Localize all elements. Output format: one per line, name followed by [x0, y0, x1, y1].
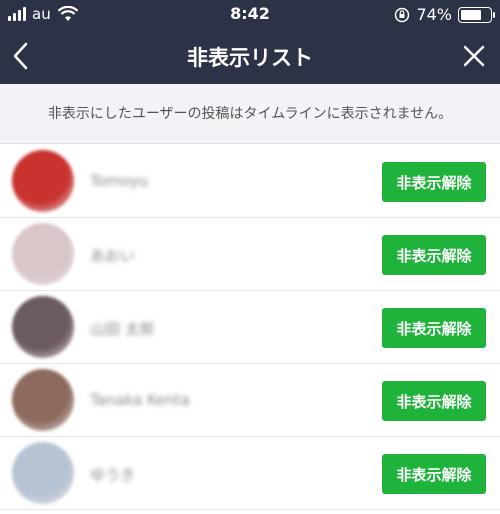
unhide-button[interactable]: 非表示解除: [382, 381, 486, 421]
user-name: あおい: [90, 247, 136, 265]
unhide-button[interactable]: 非表示解除: [382, 454, 486, 494]
rotation-lock-icon: [395, 7, 410, 22]
status-right: 74%: [394, 5, 495, 24]
status-bar: au 8:42 74%: [0, 0, 500, 28]
user-name: Tanaka Kenta: [90, 391, 190, 409]
unhide-button[interactable]: 非表示解除: [382, 235, 486, 275]
user-name: 山田 太郎: [90, 320, 155, 338]
avatar: [12, 223, 74, 285]
avatar: [12, 369, 74, 431]
hidden-notice: 非表示にしたユーザーの投稿はタイムラインに表示されません。: [0, 84, 500, 144]
list-item: 山田 太郎 非表示解除: [0, 291, 500, 364]
list-item: Tomoyu 非表示解除: [0, 145, 500, 218]
list-item: Tanaka Kenta 非表示解除: [0, 364, 500, 437]
battery-percent: 74%: [416, 5, 452, 24]
user-name: Tomoyu: [90, 172, 148, 190]
unhide-button[interactable]: 非表示解除: [382, 308, 486, 348]
battery-icon: [458, 6, 495, 23]
hidden-user-list: Tomoyu 非表示解除 あおい 非表示解除 山田 太郎 非表示解除 Tanak…: [0, 145, 500, 510]
list-item: あおい 非表示解除: [0, 218, 500, 291]
list-item: ゆうき 非表示解除: [0, 437, 500, 510]
avatar: [12, 150, 74, 212]
battery-fill: [461, 9, 481, 20]
page-title: 非表示リスト: [187, 46, 313, 70]
close-button[interactable]: [460, 42, 488, 70]
avatar: [12, 296, 74, 358]
unhide-button[interactable]: 非表示解除: [382, 162, 486, 202]
user-name: ゆうき: [90, 466, 136, 484]
avatar: [12, 442, 74, 504]
navigation-bar: 非表示リスト: [0, 28, 500, 84]
